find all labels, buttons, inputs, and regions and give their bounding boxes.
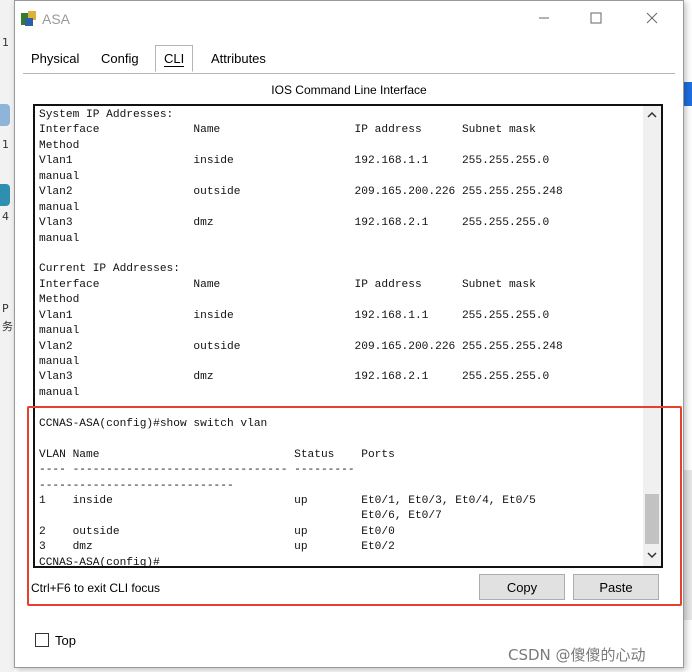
terminal-line: Vlan1 inside 192.168.1.1 255.255.255.0: [39, 309, 550, 322]
terminal-line: Et0/6, Et0/7: [39, 510, 442, 523]
tab-bar: Physical Config CLI Attributes: [23, 45, 673, 73]
title-bar[interactable]: ASA: [15, 1, 683, 37]
terminal-line: -----------------------------: [39, 479, 234, 492]
cli-focus-hint: Ctrl+F6 to exit CLI focus: [31, 581, 161, 595]
panel-title: IOS Command Line Interface: [271, 83, 427, 97]
cli-terminal[interactable]: System IP Addresses: Interface Name IP ad…: [33, 104, 663, 568]
terminal-line: Vlan2 outside 209.165.200.226 255.255.25…: [39, 186, 563, 199]
chevron-down-icon[interactable]: [647, 550, 657, 560]
terminal-line: manual: [39, 325, 80, 338]
terminal-scrollbar[interactable]: [643, 106, 661, 566]
background-fragment: P: [2, 302, 9, 315]
background-app-left: [0, 0, 14, 672]
background-fragment: 务: [2, 320, 13, 333]
terminal-line: manual: [39, 201, 80, 214]
tab-label: CLI: [164, 51, 185, 67]
chevron-up-icon[interactable]: [647, 110, 657, 120]
close-button[interactable]: [629, 1, 675, 35]
terminal-line: manual: [39, 232, 80, 245]
tab-cli[interactable]: CLI: [155, 45, 194, 72]
maximize-button[interactable]: [573, 1, 619, 35]
background-fragment: 1: [2, 138, 9, 151]
tab-attributes[interactable]: Attributes: [203, 49, 274, 71]
terminal-output[interactable]: System IP Addresses: Interface Name IP ad…: [39, 108, 639, 568]
asa-window: ASA Physical Config CLI Attributes IOS C…: [14, 0, 684, 668]
top-checkbox[interactable]: [35, 633, 49, 647]
background-icon: [0, 104, 10, 126]
terminal-line: Vlan3 dmz 192.168.2.1 255.255.255.0: [39, 217, 550, 230]
terminal-line: 3 dmz up Et0/2: [39, 541, 395, 554]
terminal-line: ---- -------------------------------- --…: [39, 464, 355, 477]
top-checkbox-label: Top: [55, 633, 76, 648]
terminal-line: CCNAS-ASA(config)#: [39, 556, 160, 568]
terminal-line: VLAN Name Status Ports: [39, 448, 395, 461]
terminal-line: CCNAS-ASA(config)#show switch vlan: [39, 417, 268, 430]
tab-label: Physical: [31, 51, 80, 66]
terminal-line: Interface Name IP address Subnet mask: [39, 124, 536, 137]
terminal-line: Vlan1 inside 192.168.1.1 255.255.255.0: [39, 155, 550, 168]
tab-label: Attributes: [211, 51, 266, 66]
terminal-line: Vlan3 dmz 192.168.2.1 255.255.255.0: [39, 371, 550, 384]
background-icon: [0, 184, 10, 206]
asa-app-icon: [21, 11, 36, 26]
terminal-line: Method: [39, 139, 80, 152]
background-fragment: 1: [2, 36, 9, 49]
terminal-line: System IP Addresses:: [39, 109, 174, 121]
window-title: ASA: [42, 11, 71, 27]
background-fragment: 4: [2, 210, 9, 223]
scrollbar-thumb[interactable]: [645, 494, 659, 544]
terminal-line: Current IP Addresses:: [39, 263, 180, 276]
close-icon: [646, 12, 658, 24]
tab-label: Config: [101, 51, 139, 66]
tab-physical[interactable]: Physical: [23, 49, 87, 71]
watermark: CSDN @傻傻的心动: [508, 646, 646, 664]
terminal-line: Interface Name IP address Subnet mask: [39, 278, 536, 291]
terminal-line: Method: [39, 294, 80, 307]
paste-button[interactable]: Paste: [573, 574, 659, 600]
terminal-line: manual: [39, 386, 80, 399]
tab-config[interactable]: Config: [93, 49, 147, 71]
terminal-line: Vlan2 outside 209.165.200.226 255.255.25…: [39, 340, 563, 353]
terminal-line: manual: [39, 170, 80, 183]
minimize-icon: [539, 17, 549, 19]
background-app-right-strip: [684, 82, 692, 106]
maximize-icon: [590, 12, 602, 24]
terminal-line: 2 outside up Et0/0: [39, 525, 395, 538]
minimize-button[interactable]: [521, 1, 567, 35]
terminal-line: 1 inside up Et0/1, Et0/3, Et0/4, Et0/5: [39, 494, 536, 507]
cli-panel: IOS Command Line Interface System IP Add…: [23, 73, 675, 621]
terminal-line: manual: [39, 356, 80, 368]
background-app-right-panel: [684, 470, 692, 620]
copy-button[interactable]: Copy: [479, 574, 565, 600]
